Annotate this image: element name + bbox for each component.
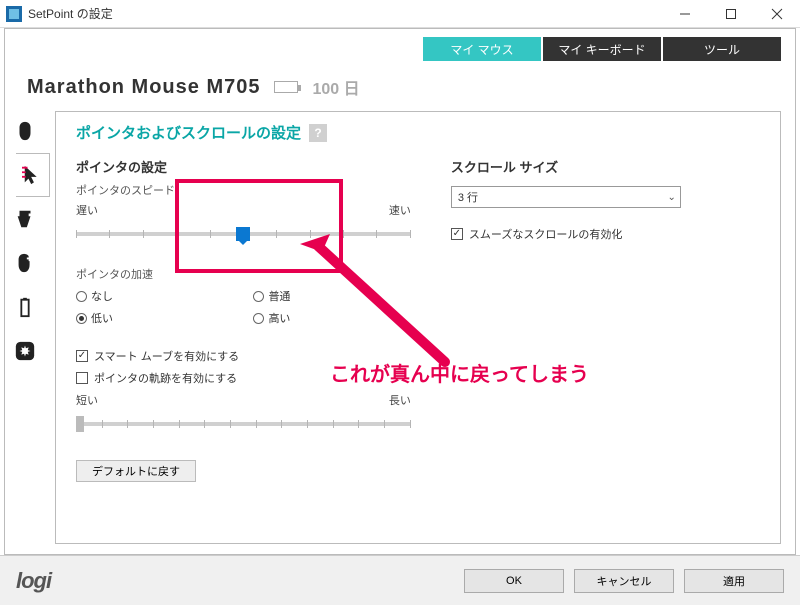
mouse-plus-icon [14, 252, 36, 274]
vtab-buttons[interactable] [5, 109, 45, 153]
tab-tools[interactable]: ツール [663, 37, 781, 61]
pointer-speed-thumb[interactable] [236, 227, 250, 241]
accel-high-label: 高い [268, 310, 290, 326]
accel-none-radio[interactable]: なし [76, 288, 233, 304]
defaults-button[interactable]: デフォルトに戻す [76, 460, 196, 482]
speed-fast-label: 速い [389, 202, 411, 218]
trails-long-label: 長い [389, 392, 411, 408]
accel-high-radio[interactable]: 高い [253, 310, 410, 326]
vtab-mouse-plus[interactable] [5, 241, 45, 285]
pointer-speed-slider[interactable] [76, 224, 411, 244]
pointer-accel-label: ポインタの加速 [76, 266, 411, 282]
smooth-scroll-checkbox[interactable]: スムーズなスクロールの有効化 [451, 226, 760, 242]
pointer-speed-label: ポインタのスピード [76, 182, 411, 198]
scroll-heading: スクロール サイズ [451, 157, 760, 176]
window-title: SetPoint の設定 [28, 5, 113, 22]
top-tabs: マイ マウス マイ キーボード ツール [423, 37, 781, 61]
window-minimize-button[interactable] [662, 0, 708, 28]
content-area: ポインタおよびスクロールの設定 ? ポインタの設定 ポインタのスピード 遅い 速… [55, 111, 781, 544]
mouse-icon [14, 120, 36, 142]
tab-my-mouse[interactable]: マイ マウス [423, 37, 541, 61]
trails-enable-checkbox[interactable]: ポインタの軌跡を有効にする [76, 370, 411, 386]
tab-my-keyboard[interactable]: マイ キーボード [543, 37, 661, 61]
pointer-settings-heading: ポインタの設定 [76, 157, 411, 176]
smooth-scroll-label: スムーズなスクロールの有効化 [469, 226, 622, 242]
accel-none-label: なし [91, 288, 113, 304]
ok-button[interactable]: OK [464, 569, 564, 593]
battery-days: 100 日 [312, 75, 359, 99]
trails-enable-label: ポインタの軌跡を有効にする [94, 370, 237, 386]
trails-short-label: 短い [76, 392, 98, 408]
battery-vert-icon [14, 296, 36, 318]
main-panel: マイ マウス マイ キーボード ツール Marathon Mouse M705 … [4, 28, 796, 555]
titlebar: SetPoint の設定 [0, 0, 800, 28]
battery-icon [274, 81, 298, 93]
cursor-icon [22, 164, 44, 186]
accel-low-radio[interactable]: 低い [76, 310, 233, 326]
vtab-extra[interactable] [5, 329, 45, 373]
scroll-size-value: 3 行 [458, 189, 478, 205]
speed-slow-label: 遅い [76, 202, 98, 218]
window-maximize-button[interactable] [708, 0, 754, 28]
vtab-battery[interactable] [5, 285, 45, 329]
scroll-size-combo[interactable]: 3 行 ⌄ [451, 186, 681, 208]
device-name: Marathon Mouse M705 [27, 76, 260, 99]
trails-slider[interactable] [76, 414, 411, 434]
window-close-button[interactable] [754, 0, 800, 28]
smart-move-checkbox[interactable]: スマート ムーブを有効にする [76, 348, 411, 364]
vtab-pointer[interactable] [16, 153, 50, 197]
help-button[interactable]: ? [309, 124, 327, 142]
accel-normal-radio[interactable]: 普通 [253, 288, 410, 304]
trails-thumb[interactable] [76, 416, 84, 432]
gear-icon [14, 340, 36, 362]
chess-icon [14, 208, 36, 230]
vertical-tab-strip [5, 109, 45, 373]
section-title: ポインタおよびスクロールの設定 [76, 122, 301, 143]
smart-move-label: スマート ムーブを有効にする [94, 348, 239, 364]
cancel-button[interactable]: キャンセル [574, 569, 674, 593]
footer: logi OK キャンセル 適用 [0, 555, 800, 605]
brand-logo: logi [16, 568, 51, 594]
accel-normal-label: 普通 [268, 288, 290, 304]
vtab-game[interactable] [5, 197, 45, 241]
accel-low-label: 低い [91, 310, 113, 326]
chevron-down-icon: ⌄ [667, 192, 675, 203]
apply-button[interactable]: 適用 [684, 569, 784, 593]
app-icon [6, 6, 22, 22]
